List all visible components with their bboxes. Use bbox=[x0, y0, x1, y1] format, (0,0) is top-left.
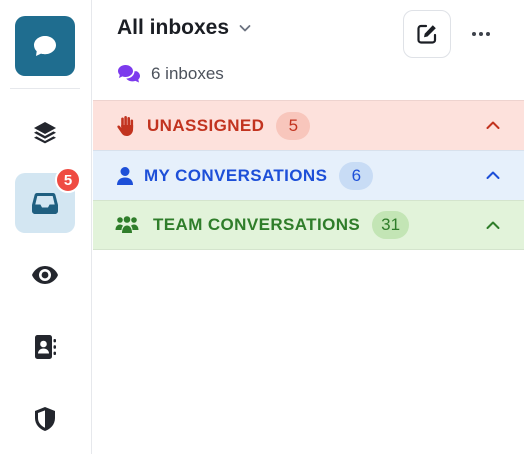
app-window: 5 All inboxes 6 inboxes UNASSIGNED 5 MY … bbox=[0, 0, 526, 454]
chat-bubbles-icon bbox=[118, 65, 140, 83]
shield-icon bbox=[35, 407, 55, 431]
rail-item-contacts[interactable] bbox=[15, 317, 75, 377]
conversations-logo-button[interactable] bbox=[15, 16, 75, 76]
team-users-icon bbox=[115, 214, 139, 236]
chevron-up-icon[interactable] bbox=[484, 166, 502, 184]
section-my-conversations-label: MY CONVERSATIONS bbox=[144, 165, 328, 185]
ellipsis-icon bbox=[472, 32, 490, 36]
chevron-down-icon bbox=[239, 25, 251, 32]
address-book-icon bbox=[35, 335, 56, 359]
rail-item-views[interactable] bbox=[15, 245, 75, 305]
inbox-selector[interactable]: All inboxes bbox=[117, 16, 253, 40]
section-team-conversations[interactable]: TEAM CONVERSATIONS 31 bbox=[93, 200, 524, 250]
compose-button[interactable] bbox=[403, 10, 451, 58]
nav-rail: 5 bbox=[0, 0, 92, 454]
rail-item-security[interactable] bbox=[15, 389, 75, 449]
section-team-conversations-label: TEAM CONVERSATIONS bbox=[153, 215, 361, 234]
inbox-unread-badge: 5 bbox=[55, 167, 81, 193]
compose-icon bbox=[417, 24, 437, 44]
section-unassigned-label: UNASSIGNED bbox=[147, 115, 265, 135]
chevron-up-icon[interactable] bbox=[484, 116, 502, 134]
inbox-count-label: 6 inboxes bbox=[151, 64, 224, 83]
eye-icon bbox=[32, 266, 58, 284]
rail-item-layers[interactable] bbox=[15, 102, 75, 162]
inbox-count-row: 6 inboxes bbox=[117, 64, 224, 84]
panel-header: All inboxes 6 inboxes bbox=[93, 0, 526, 100]
layers-icon bbox=[34, 122, 56, 144]
user-icon bbox=[114, 165, 136, 187]
rail-item-inbox[interactable]: 5 bbox=[15, 167, 81, 233]
raised-hand-icon bbox=[115, 115, 137, 137]
conversation-list-panel: All inboxes 6 inboxes UNASSIGNED 5 MY CO… bbox=[93, 0, 526, 454]
chat-bubble-icon bbox=[34, 36, 56, 56]
section-team-conversations-count: 31 bbox=[372, 211, 410, 239]
rail-divider bbox=[10, 88, 80, 89]
section-my-conversations-count: 6 bbox=[339, 161, 374, 190]
inbox-tray-icon bbox=[32, 193, 58, 214]
chevron-up-icon[interactable] bbox=[484, 216, 502, 234]
section-unassigned-count: 5 bbox=[276, 111, 311, 140]
more-options-button[interactable] bbox=[467, 20, 495, 48]
section-unassigned[interactable]: UNASSIGNED 5 bbox=[93, 100, 524, 150]
section-my-conversations[interactable]: MY CONVERSATIONS 6 bbox=[93, 150, 524, 200]
page-title: All inboxes bbox=[117, 16, 230, 39]
